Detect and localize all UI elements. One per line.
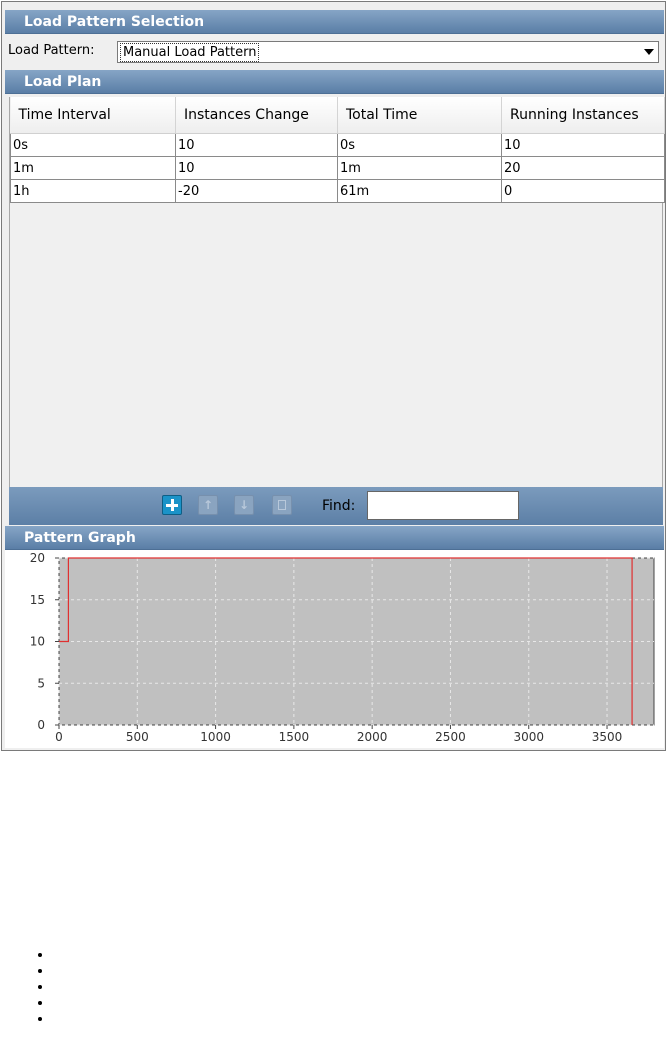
table-cell[interactable]: 10 bbox=[501, 133, 665, 157]
x-tick-label: 0 bbox=[55, 730, 63, 744]
load-pattern-label: Load Pattern: bbox=[8, 43, 95, 58]
bullet-point bbox=[38, 953, 42, 957]
bullet-point bbox=[38, 1001, 42, 1005]
x-tick-label: 2500 bbox=[435, 730, 466, 744]
bullet-point bbox=[38, 969, 42, 973]
table-cell[interactable]: 10 bbox=[175, 156, 338, 180]
table-row[interactable]: 1h -20 61m 0 bbox=[10, 179, 665, 203]
load-pattern-dropdown[interactable]: Manual Load Pattern bbox=[117, 41, 659, 63]
table-cell[interactable]: 0s bbox=[10, 133, 176, 157]
column-header-running-instances[interactable]: Running Instances bbox=[501, 97, 665, 134]
table-cell[interactable]: 0s bbox=[337, 133, 502, 157]
table-cell[interactable]: 10 bbox=[175, 133, 338, 157]
table-cell[interactable]: 1m bbox=[337, 156, 502, 180]
pattern-graph-svg: 0 500 1000 1500 2000 2500 3000 3500 0 5 10 15 20 bbox=[30, 551, 655, 744]
add-row-button[interactable] bbox=[162, 495, 182, 515]
bullet-list bbox=[38, 953, 42, 1033]
x-tick-label: 3500 bbox=[592, 730, 623, 744]
table-cell[interactable]: 61m bbox=[337, 179, 502, 203]
move-up-button[interactable]: ↑ bbox=[198, 495, 218, 515]
trash-icon bbox=[278, 500, 286, 510]
table-cell[interactable]: -20 bbox=[175, 179, 338, 203]
move-down-button[interactable]: ↓ bbox=[234, 495, 254, 515]
bullet-point bbox=[38, 985, 42, 989]
load-pattern-panel: Load Pattern Selection Load Pattern: Man… bbox=[1, 1, 666, 751]
table-row[interactable]: 0s 10 0s 10 bbox=[10, 133, 665, 157]
load-pattern-selected-value: Manual Load Pattern bbox=[120, 43, 260, 62]
table-header-row: Time Interval Instances Change Total Tim… bbox=[10, 97, 665, 134]
column-header-instances-change[interactable]: Instances Change bbox=[175, 97, 338, 134]
column-header-time-interval[interactable]: Time Interval bbox=[10, 97, 176, 134]
arrow-up-icon: ↑ bbox=[203, 498, 214, 512]
x-tick-label: 2000 bbox=[357, 730, 388, 744]
pattern-graph-header: Pattern Graph bbox=[5, 526, 664, 550]
x-tick-label: 1000 bbox=[200, 730, 231, 744]
find-input[interactable] bbox=[367, 491, 519, 520]
y-tick-label: 10 bbox=[30, 635, 45, 649]
x-tick-label: 3000 bbox=[513, 730, 544, 744]
delete-row-button[interactable] bbox=[272, 495, 292, 515]
load-plan-table: Time Interval Instances Change Total Tim… bbox=[10, 97, 665, 203]
table-cell[interactable]: 20 bbox=[501, 156, 665, 180]
table-cell[interactable]: 0 bbox=[501, 179, 665, 203]
arrow-down-icon: ↓ bbox=[239, 498, 250, 512]
column-header-total-time[interactable]: Total Time bbox=[337, 97, 502, 134]
load-plan-toolbar: ↑ ↓ Find: bbox=[9, 487, 663, 525]
x-tick-label: 500 bbox=[126, 730, 149, 744]
y-tick-label: 0 bbox=[37, 718, 45, 732]
x-tick-label: 1500 bbox=[279, 730, 310, 744]
table-cell[interactable]: 1h bbox=[10, 179, 176, 203]
y-tick-label: 20 bbox=[30, 551, 45, 565]
bullet-point bbox=[38, 1017, 42, 1021]
load-plan-header: Load Plan bbox=[5, 70, 664, 94]
load-plan-table-area: Time Interval Instances Change Total Tim… bbox=[9, 97, 665, 487]
table-row[interactable]: 1m 10 1m 20 bbox=[10, 156, 665, 180]
find-label: Find: bbox=[322, 498, 356, 514]
table-cell[interactable]: 1m bbox=[10, 156, 176, 180]
chevron-down-icon[interactable] bbox=[644, 49, 654, 55]
pattern-graph: 0 500 1000 1500 2000 2500 3000 3500 0 5 10 15 20 bbox=[5, 550, 664, 748]
load-pattern-selection-header: Load Pattern Selection bbox=[5, 10, 664, 34]
y-tick-label: 5 bbox=[37, 676, 45, 690]
y-tick-label: 15 bbox=[30, 593, 45, 607]
